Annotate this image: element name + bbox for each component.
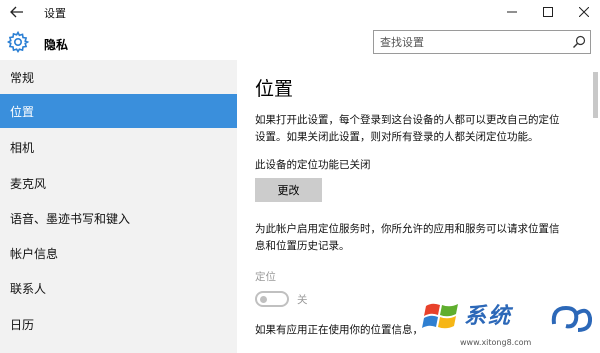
scrollbar-thumb[interactable] (593, 72, 598, 118)
search-icon[interactable] (572, 35, 586, 49)
sidebar-item-label: 帐户信息 (10, 246, 59, 261)
window-title: 设置 (44, 7, 66, 20)
description-line: 如果打开此设置，每个登录到这台设备的人都可以更改自己的定位 (255, 114, 560, 126)
sidebar-item-label: 位置 (10, 104, 35, 119)
description-line: 设置。如果关闭此设置，则对所有登录的人都关闭定位功能。 (255, 131, 539, 143)
sidebar: 常规 位置 相机 麦克风 语音、墨迹书写和键入 帐户信息 联系人 日历 (0, 60, 237, 353)
section-title: 位置 (255, 78, 294, 100)
title-bar: 设置 (0, 0, 600, 24)
sidebar-item-camera[interactable]: 相机 (0, 130, 237, 164)
watermark-brand: 系统 (464, 303, 513, 329)
toggle-knob (260, 296, 267, 303)
sidebar-item-microphone[interactable]: 麦克风 (0, 166, 237, 200)
windows-logo-icon (422, 303, 458, 329)
sidebar-item-label: 日历 (10, 317, 35, 332)
arrow-left-icon (10, 6, 23, 18)
minimize-button[interactable] (498, 0, 526, 24)
location-toggle-label: 定位 (255, 271, 276, 283)
watermark-swirl-icon (551, 305, 593, 332)
device-location-status: 此设备的定位功能已关闭 (255, 159, 371, 171)
minimize-icon (507, 11, 517, 13)
search-box[interactable] (373, 30, 591, 54)
sidebar-item-calendar[interactable]: 日历 (0, 307, 237, 341)
maximize-button[interactable] (534, 0, 562, 24)
back-button[interactable] (4, 0, 30, 24)
sidebar-item-general[interactable]: 常规 (0, 60, 237, 94)
sidebar-item-label: 语音、墨迹书写和键入 (10, 211, 131, 226)
search-input[interactable] (374, 31, 564, 54)
location-toggle[interactable] (255, 291, 289, 307)
sidebar-item-speech-inking-typing[interactable]: 语音、墨迹书写和键入 (0, 201, 237, 235)
page-header: 隐私 (0, 24, 600, 60)
close-icon (579, 7, 589, 17)
sidebar-item-account-info[interactable]: 帐户信息 (0, 236, 237, 270)
sidebar-item-label: 常规 (10, 70, 35, 85)
location-service-description: 为此帐户启用定位服务时，你所允许的应用和服务可以请求位置信 息和位置历史记录。 (255, 221, 590, 255)
sidebar-item-label: 相机 (10, 140, 35, 155)
gear-icon (6, 30, 30, 54)
sidebar-item-label: 麦克风 (10, 176, 47, 191)
watermark: 系统 www.xitong8.com (420, 296, 600, 353)
maximize-icon (543, 7, 553, 17)
watermark-url: www.xitong8.com (460, 338, 532, 347)
sidebar-item-contacts[interactable]: 联系人 (0, 271, 237, 305)
description-line: 息和位置历史记录。 (255, 240, 350, 252)
toggle-state-text: 关 (297, 294, 308, 306)
sidebar-item-location[interactable]: 位置 (0, 94, 237, 128)
close-button[interactable] (570, 0, 598, 24)
change-button[interactable]: 更改 (255, 178, 322, 202)
description-line: 为此帐户启用定位服务时，你所允许的应用和服务可以请求位置信 (255, 223, 560, 235)
page-title-privacy: 隐私 (44, 38, 69, 52)
sidebar-item-label: 联系人 (10, 281, 47, 296)
location-description: 如果打开此设置，每个登录到这台设备的人都可以更改自己的定位 设置。如果关闭此设置… (255, 112, 590, 146)
